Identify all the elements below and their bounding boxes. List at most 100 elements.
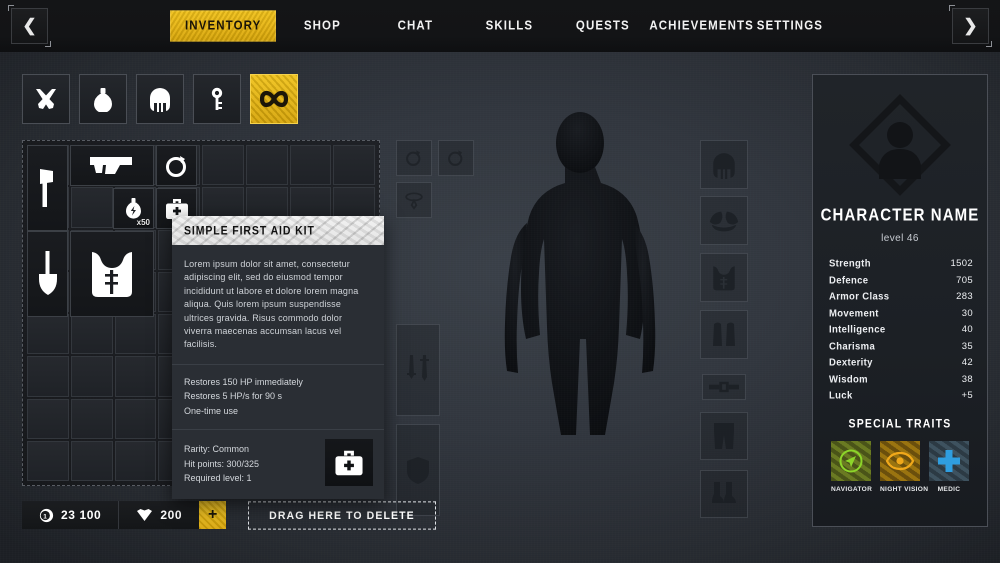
grid-cell[interactable] (70, 187, 113, 228)
shovel-icon (38, 251, 57, 295)
chest-slot[interactable] (700, 253, 748, 302)
item-axe[interactable] (27, 145, 68, 231)
trait-label: MEDIC (937, 486, 961, 493)
tab-chat[interactable]: CHAT (368, 11, 462, 40)
tab-quests[interactable]: QUESTS (556, 11, 649, 40)
trait-label: NIGHT VISION (880, 486, 929, 493)
pants-slot[interactable] (700, 412, 748, 460)
gem-icon (137, 509, 153, 521)
grid-cell[interactable] (289, 145, 332, 186)
grid-cell[interactable] (70, 356, 113, 397)
item-pistol[interactable] (70, 145, 154, 186)
helmet-icon (713, 152, 735, 179)
stat-row: Intelligence 40 (829, 323, 973, 335)
item-chest-armor[interactable] (70, 231, 154, 317)
gems-amount: 200 (160, 508, 183, 522)
medkit-icon (335, 450, 363, 476)
amulet-slot[interactable] (396, 182, 432, 218)
grid-cell[interactable] (114, 398, 157, 439)
item-tooltip: SIMPLE FIRST AID KIT Lorem ipsum dolor s… (172, 216, 384, 499)
trait-night-vision[interactable]: NIGHT VISION (880, 441, 929, 493)
infinity-icon (259, 90, 289, 108)
shoulders-slot[interactable] (700, 196, 748, 245)
gems-display: 200 (118, 501, 200, 529)
trait-medic[interactable]: MEDIC (929, 441, 969, 493)
drag-to-delete-zone[interactable]: DRAG HERE TO DELETE (248, 500, 436, 530)
person-silhouette-icon (849, 94, 951, 196)
currency-bar: 1 23 100 200 + DRAG HERE TO DELETE (22, 500, 436, 530)
tooltip-item-icon-box (325, 439, 373, 487)
chevron-right-icon[interactable]: ❯ (949, 5, 992, 47)
tooltip-effect-line: One-time use (184, 405, 239, 416)
grid-cell[interactable] (27, 314, 69, 355)
crossed-swords-icon (36, 89, 56, 109)
tooltip-effect-line: Restores 150 HP immediately (184, 376, 303, 387)
item-shovel[interactable] (27, 231, 68, 317)
trait-icon-box (880, 441, 920, 481)
tooltip-meta: Rarity: Common Hit points: 300/325 Requi… (172, 429, 384, 499)
ring-icon (406, 150, 421, 166)
grid-cell[interactable] (27, 356, 69, 397)
bracers-slot[interactable] (700, 310, 748, 359)
grid-cell[interactable] (70, 314, 113, 355)
ring-slot-2[interactable] (438, 140, 474, 176)
category-misc[interactable] (250, 74, 298, 124)
amulet-icon (405, 192, 423, 210)
grid-cell[interactable] (114, 356, 157, 397)
cross-icon (938, 450, 960, 472)
stat-row: Wisdom 38 (829, 373, 973, 385)
item-potion[interactable]: x50 (113, 188, 154, 229)
stat-row: Charisma 35 (829, 339, 973, 353)
helmet-slot[interactable] (700, 140, 748, 189)
stat-value: 1502 (950, 258, 973, 269)
helmet-icon (150, 88, 170, 112)
add-currency-button[interactable]: + (199, 501, 227, 529)
tooltip-title: SIMPLE FIRST AID KIT (184, 223, 315, 238)
weapon-slot[interactable] (396, 324, 440, 416)
grid-cell[interactable] (114, 314, 157, 355)
category-keys[interactable] (193, 74, 241, 124)
tab-settings[interactable]: SETTINGS (742, 11, 837, 40)
boots-slot[interactable] (700, 470, 748, 518)
stat-label: Armor Class (829, 290, 890, 303)
trait-navigator[interactable]: NAVIGATOR (831, 441, 872, 493)
chevron-left-icon[interactable]: ❮ (8, 5, 51, 47)
coins-display: 1 23 100 (22, 501, 119, 529)
pants-icon (714, 423, 734, 449)
stat-label: Dexterity (829, 356, 873, 369)
belt-slot[interactable] (702, 374, 746, 400)
item-ring[interactable] (156, 145, 197, 186)
category-weapons[interactable] (22, 74, 70, 124)
tab-achievements[interactable]: ACHIEVEMENTS (649, 11, 752, 40)
pistol-icon (90, 156, 132, 174)
grid-cell[interactable] (27, 398, 69, 439)
shoulders-icon (709, 211, 739, 231)
grid-cell[interactable] (114, 440, 157, 481)
stat-row: Dexterity 42 (829, 356, 973, 369)
grid-cell[interactable] (27, 440, 69, 481)
tab-inventory[interactable]: INVENTORY (170, 10, 276, 41)
shield-icon (407, 457, 429, 484)
tab-skills[interactable]: SKILLS (462, 11, 556, 40)
grid-cell[interactable] (245, 145, 288, 186)
character-stats-list: Strength 1502 Defence 705 Armor Class 28… (829, 257, 973, 401)
stat-row: Defence 705 (829, 274, 973, 286)
grid-cell[interactable] (70, 398, 113, 439)
grid-cell[interactable] (202, 145, 244, 186)
grid-cell[interactable] (70, 440, 113, 481)
grid-cell[interactable] (333, 145, 375, 186)
eye-icon (886, 451, 914, 471)
stat-label: Charisma (829, 339, 876, 353)
stat-row: Strength 1502 (829, 257, 973, 270)
category-armor[interactable] (136, 74, 184, 124)
avatar[interactable] (813, 85, 987, 205)
coins-amount: 23 100 (61, 508, 102, 522)
trait-icon-box (929, 441, 969, 481)
tab-shop[interactable]: SHOP (276, 11, 368, 40)
stat-label: Strength (829, 257, 871, 270)
compass-icon (839, 449, 863, 473)
coin-icon: 1 (39, 508, 54, 522)
category-potions[interactable] (79, 74, 127, 124)
special-traits-heading: SPECIAL TRAITS (848, 417, 952, 431)
ring-slot-1[interactable] (396, 140, 432, 176)
